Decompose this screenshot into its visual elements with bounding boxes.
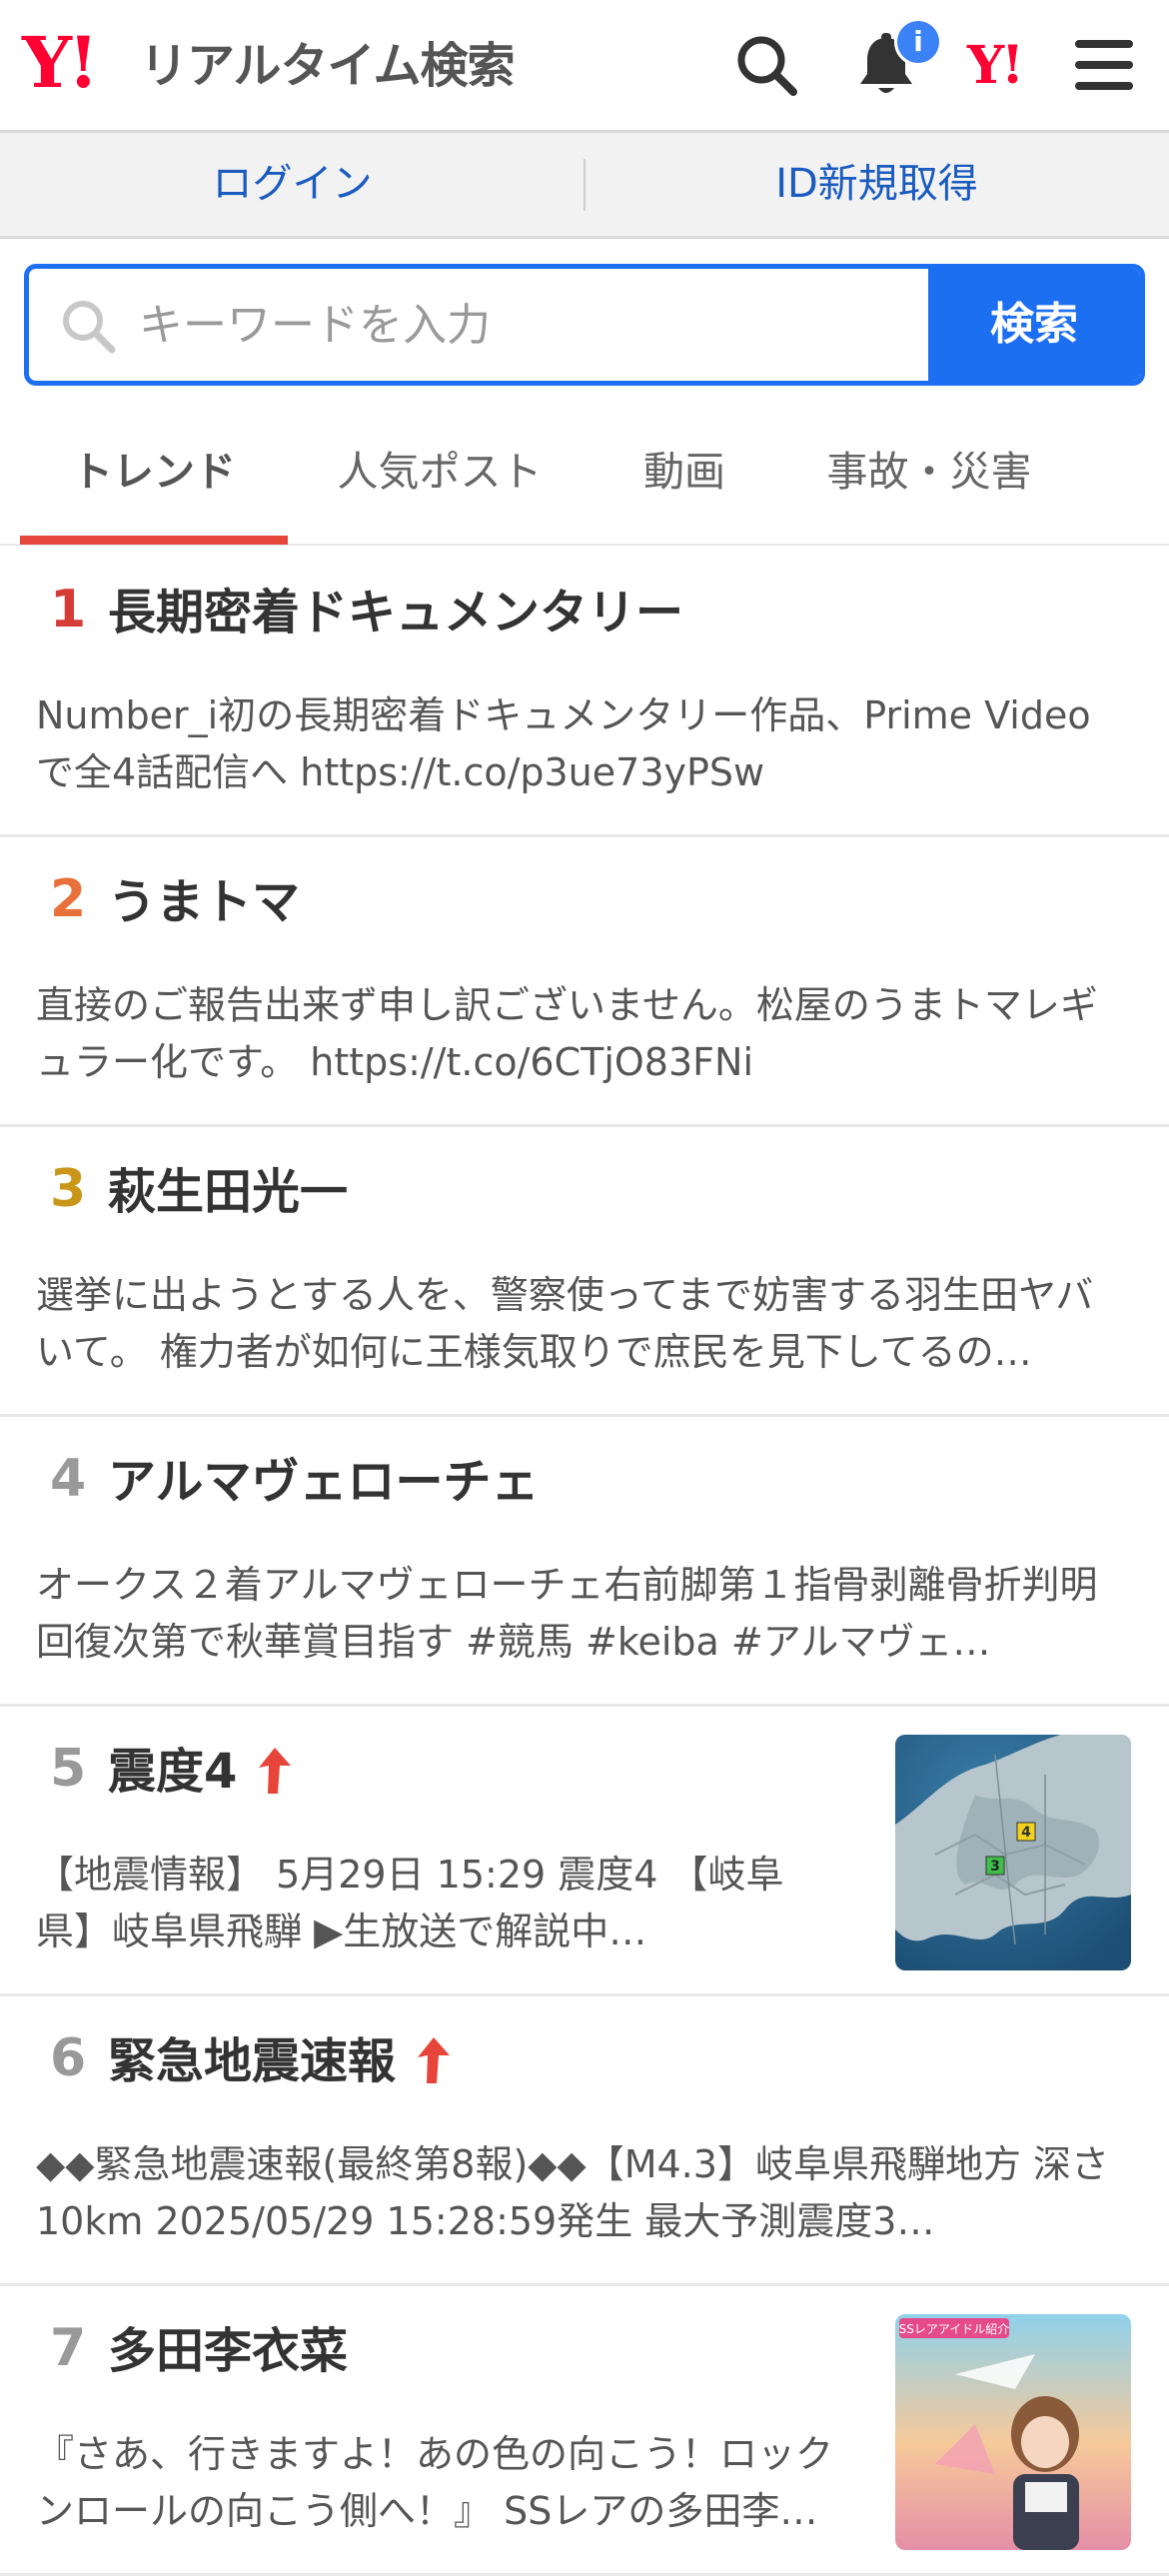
trend-description: 『さあ、行きますよ！あの色の向こう！ロックンロールの向こう側へ！』 SSレアの多… <box>36 2432 834 2533</box>
map-intensity-label: 3 <box>990 1859 1000 1875</box>
page-title[interactable]: リアルタイム検索 <box>140 38 516 94</box>
trend-title[interactable]: 緊急地震速報 <box>108 2033 396 2089</box>
trend-description: 直接のご報告出来ず申し訳ございません。松屋のうまトマレギュラー化です。 http… <box>36 983 1098 1084</box>
trend-item[interactable]: 3 萩生田光一 選挙に出ようとする人を、警察使ってまで妨害する羽生田ヤバいて。 … <box>0 1127 1169 1417</box>
trend-item[interactable]: 1 長期密着ドキュメンタリー Number_i初の長期密着ドキュメンタリー作品、… <box>0 548 1169 837</box>
up-arrow-icon <box>418 2037 451 2083</box>
notification-badge: i <box>894 18 942 66</box>
trend-title[interactable]: 多田李衣菜 <box>108 2320 348 2382</box>
trend-title-row[interactable]: 震度4 <box>108 1741 295 1803</box>
earthquake-map-thumbnail[interactable]: 4 3 <box>895 1735 1131 1970</box>
tab-trend[interactable]: トレンド <box>20 402 288 546</box>
trend-rank: 4 <box>50 1449 87 1509</box>
up-arrow-icon <box>259 1748 292 1794</box>
trend-description: 選挙に出ようとする人を、警察使ってまで妨害する羽生田ヤバいて。 権力者が如何に王… <box>36 1273 1094 1374</box>
category-tabs: トレンド 人気ポスト 動画 事故・災害 <box>0 402 1169 546</box>
trend-rank: 2 <box>50 869 87 929</box>
hamburger-menu-icon[interactable] <box>1069 30 1139 100</box>
trend-rank: 7 <box>50 2318 87 2378</box>
search-icon <box>63 301 116 354</box>
search-button[interactable]: 検索 <box>928 269 1140 381</box>
tab-accidents-disasters[interactable]: 事故・災害 <box>799 402 1059 546</box>
app-header: Y! リアルタイム検索 i Y! <box>0 0 1169 133</box>
trend-description: ◆◆緊急地震速報(最終第8報)◆◆【M4.3】岐阜県飛騨地方 深さ10km 20… <box>36 2142 1110 2243</box>
trend-description: 【地震情報】 5月29日 15:29 震度4 【岐阜県】岐阜県飛騨 ▶生放送で解… <box>36 1853 784 1953</box>
trend-description: オークス２着アルマヴェローチェ右前脚第１指骨剥離骨折判明 回復次第で秋華賞目指す… <box>36 1563 1125 1664</box>
trend-title[interactable]: 萩生田光一 <box>108 1161 348 1223</box>
trend-rank: 6 <box>50 2028 87 2088</box>
trend-title[interactable]: 震度4 <box>108 1744 237 1800</box>
trend-title-row[interactable]: 緊急地震速報 <box>108 2030 454 2092</box>
search-icon[interactable] <box>731 30 801 100</box>
tab-popular-posts[interactable]: 人気ポスト <box>310 402 570 546</box>
trend-item[interactable]: 6 緊急地震速報 ◆◆緊急地震速報(最終第8報)◆◆【M4.3】岐阜県飛騨地方 … <box>0 1996 1169 2286</box>
trend-item[interactable]: 7 多田李衣菜 『さあ、行きますよ！あの色の向こう！ロックンロールの向こう側へ！… <box>0 2286 1169 2576</box>
trend-item[interactable]: 2 うまトマ 直接のご報告出来ず申し訳ございません。松屋のうまトマレギュラー化で… <box>0 837 1169 1127</box>
trend-description: Number_i初の長期密着ドキュメンタリー作品、Prime Videoで全4話… <box>36 693 1091 794</box>
trend-title[interactable]: うまトマ <box>108 871 300 933</box>
card-caption: SSレアアイドル紹介 <box>899 2322 1010 2336</box>
trend-title[interactable]: 長期密着ドキュメンタリー <box>108 582 683 644</box>
trend-rank: 3 <box>50 1159 87 1219</box>
yahoo-logo[interactable]: Y! <box>22 28 99 98</box>
yahoo-japan-icon[interactable]: Y! <box>967 36 1024 96</box>
trend-item[interactable]: 5 震度4 【地震情報】 5月29日 15:29 震度4 【岐阜県】岐阜県飛騨 … <box>0 1707 1169 1996</box>
login-bar: ログイン ID新規取得 <box>0 133 1169 239</box>
idol-card-thumbnail[interactable]: SSレアアイドル紹介 <box>895 2314 1131 2550</box>
tab-videos[interactable]: 動画 <box>599 402 769 546</box>
trend-rank: 5 <box>50 1739 87 1799</box>
search-input[interactable] <box>139 269 938 381</box>
register-id-link[interactable]: ID新規取得 <box>584 133 1169 236</box>
trend-title[interactable]: アルマヴェローチェ <box>108 1451 540 1513</box>
map-intensity-label: 4 <box>1021 1825 1031 1841</box>
trend-rank: 1 <box>50 580 87 640</box>
login-link[interactable]: ログイン <box>0 133 584 236</box>
trend-item[interactable]: 4 アルマヴェローチェ オークス２着アルマヴェローチェ右前脚第１指骨剥離骨折判明… <box>0 1417 1169 1707</box>
search-box: 検索 <box>24 264 1145 386</box>
active-tab-indicator <box>20 536 288 545</box>
